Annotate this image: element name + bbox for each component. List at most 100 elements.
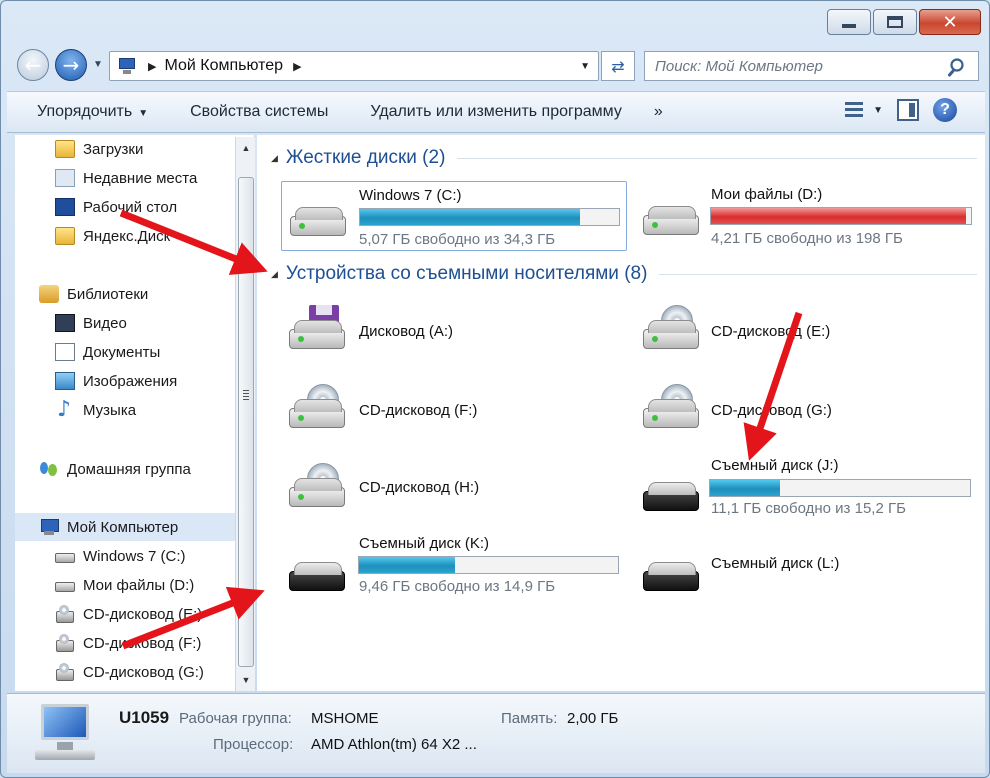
content-pane: ◢ Жесткие диски (2) Windows 7 (C:) 5,07 … (257, 135, 985, 691)
preview-pane-icon[interactable] (897, 99, 919, 121)
group-title: Устройства со съемными носителями (8) (285, 263, 648, 284)
minimize-button[interactable] (827, 9, 871, 35)
nav-item-label: Недавние места (83, 169, 198, 187)
drive-tile-g[interactable]: CD-дисковод (G:) (635, 380, 975, 450)
drive-tile-f[interactable]: CD-дисковод (F:) (281, 380, 621, 450)
nav-item-homegroup[interactable]: Домашняя группа (39, 455, 191, 483)
arrow-left-icon: ← (24, 53, 42, 77)
drive-tile-d[interactable]: Мои файлы (D:) 4,21 ГБ свободно из 198 Г… (635, 181, 975, 251)
drive-tile-l[interactable]: Съемный диск (L:) (635, 535, 975, 605)
drive-tile-a[interactable]: Дисковод (A:) (281, 301, 621, 371)
nav-item-music[interactable]: Музыка (55, 396, 136, 424)
group-header-removable[interactable]: ◢ Устройства со съемными носителями (8) (271, 263, 977, 285)
nav-item-drive-e[interactable]: CD-дисковод (E:) (55, 600, 202, 628)
search-box[interactable]: Поиск: Мой Компьютер (644, 51, 979, 81)
cd-drive-icon (639, 305, 701, 357)
address-history-dropdown[interactable]: ▼ (580, 61, 590, 72)
yandex-disk-folder-icon (55, 227, 75, 245)
cd-drive-icon (285, 463, 347, 515)
nav-item-label: Музыка (83, 401, 137, 419)
system-properties-button[interactable]: Свойства системы (148, 103, 328, 121)
nav-item-my-computer[interactable]: Мой Компьютер (15, 513, 237, 541)
drive-usage-fill (710, 480, 781, 496)
drive-usage-bar (709, 479, 971, 497)
chevron-down-icon: ▼ (138, 108, 149, 119)
drive-usage-bar (710, 207, 972, 225)
downloads-folder-icon (55, 140, 75, 158)
recent-pages-dropdown[interactable]: ▼ (93, 59, 103, 70)
nav-item-recent-places[interactable]: Недавние места (55, 164, 197, 192)
nav-item-desktop[interactable]: Рабочий стол (55, 193, 177, 221)
documents-icon (55, 343, 75, 361)
cpu-value: AMD Athlon(tm) 64 X2 ... (311, 736, 477, 753)
nav-item-label: Мои файлы (D:) (83, 576, 195, 594)
more-commands-button[interactable]: » (654, 103, 663, 121)
breadcrumb-chevron-icon[interactable]: ▶ (293, 60, 301, 73)
maximize-button[interactable] (873, 9, 917, 35)
help-icon[interactable]: ? (933, 98, 957, 122)
nav-item-drive-c[interactable]: Windows 7 (C:) (55, 542, 186, 570)
drive-tile-k[interactable]: Съемный диск (K:) 9,46 ГБ свободно из 14… (281, 535, 621, 605)
breadcrumb-my-computer[interactable]: Мой Компьютер (164, 57, 283, 75)
nav-item-label: Windows 7 (C:) (83, 547, 186, 565)
breadcrumb-chevron-icon[interactable]: ▶ (148, 60, 156, 73)
drive-tile-c[interactable]: Windows 7 (C:) 5,07 ГБ свободно из 34,3 … (281, 181, 627, 251)
usb-drive-icon (285, 547, 347, 599)
drive-name: Мои файлы (D:) (711, 186, 823, 203)
search-input[interactable]: Поиск: Мой Компьютер (655, 58, 823, 75)
drive-tile-h[interactable]: CD-дисковод (H:) (281, 459, 621, 529)
nav-item-drive-f[interactable]: CD-дисковод (F:) (55, 629, 201, 657)
nav-item-video[interactable]: Видео (55, 309, 127, 337)
drive-free-space: 9,46 ГБ свободно из 14,9 ГБ (359, 578, 556, 595)
refresh-icon: ⇄ (611, 56, 625, 76)
window-controls: ✕ (827, 9, 981, 35)
nav-item-pictures[interactable]: Изображения (55, 367, 177, 395)
nav-item-label: Загрузки (83, 140, 144, 158)
collapse-triangle-icon[interactable]: ◢ (271, 153, 278, 164)
forward-button[interactable]: → (55, 49, 87, 81)
drive-usage-fill (360, 209, 581, 225)
search-icon[interactable] (948, 56, 970, 78)
back-button[interactable]: ← (17, 49, 49, 81)
cd-drive-icon (55, 663, 75, 681)
scrollbar-thumb[interactable] (238, 177, 254, 667)
nav-item-downloads[interactable]: Загрузки (55, 135, 143, 163)
memory-value: 2,00 ГБ (567, 710, 619, 727)
workgroup-label: Рабочая группа: (179, 710, 292, 727)
drive-tile-j[interactable]: Съемный диск (J:) 11,1 ГБ свободно из 15… (635, 455, 975, 525)
refresh-button[interactable]: ⇄ (601, 51, 635, 81)
nav-item-yandex-disk[interactable]: Яндекс.Диск (55, 222, 170, 250)
nav-item-label: Библиотеки (67, 285, 149, 303)
navigation-scrollbar[interactable]: ▲ ▼ (235, 137, 255, 691)
scroll-up-arrow-icon[interactable]: ▲ (236, 139, 256, 157)
collapse-triangle-icon[interactable]: ◢ (271, 269, 278, 280)
nav-item-documents[interactable]: Документы (55, 338, 160, 366)
drive-name: Дисковод (A:) (359, 323, 454, 340)
floppy-drive-icon (285, 305, 347, 357)
drive-free-space: 11,1 ГБ свободно из 15,2 ГБ (711, 500, 906, 517)
organize-button[interactable]: Упорядочить ▼ (7, 103, 148, 121)
nav-item-drive-g[interactable]: CD-дисковод (G:) (55, 658, 204, 686)
group-header-hard-drives[interactable]: ◢ Жесткие диски (2) (271, 147, 977, 169)
drive-usage-bar (358, 556, 619, 574)
drive-tile-e[interactable]: CD-дисковод (E:) (635, 301, 975, 371)
nav-item-libraries[interactable]: Библиотеки (39, 280, 148, 308)
computer-icon (116, 57, 138, 75)
drive-usage-bar (359, 208, 620, 226)
change-view-icon[interactable] (843, 99, 865, 121)
uninstall-program-button[interactable]: Удалить или изменить программу (328, 103, 622, 121)
computer-icon (35, 704, 99, 764)
close-button[interactable]: ✕ (919, 9, 981, 35)
address-bar[interactable]: ▶ Мой Компьютер ▶ ▼ (109, 51, 599, 81)
hard-drive-icon (55, 582, 75, 592)
nav-item-label: CD-дисковод (E:) (83, 605, 203, 623)
view-dropdown-chevron-icon[interactable]: ▼ (873, 105, 883, 116)
group-title: Жесткие диски (2) (285, 147, 446, 168)
drive-usage-fill (711, 208, 966, 224)
group-divider (659, 273, 977, 275)
video-icon (55, 314, 75, 332)
cd-drive-icon (639, 384, 701, 436)
drive-free-space: 5,07 ГБ свободно из 34,3 ГБ (359, 231, 556, 248)
scroll-down-arrow-icon[interactable]: ▼ (236, 671, 256, 689)
nav-item-drive-d[interactable]: Мои файлы (D:) (55, 571, 194, 599)
